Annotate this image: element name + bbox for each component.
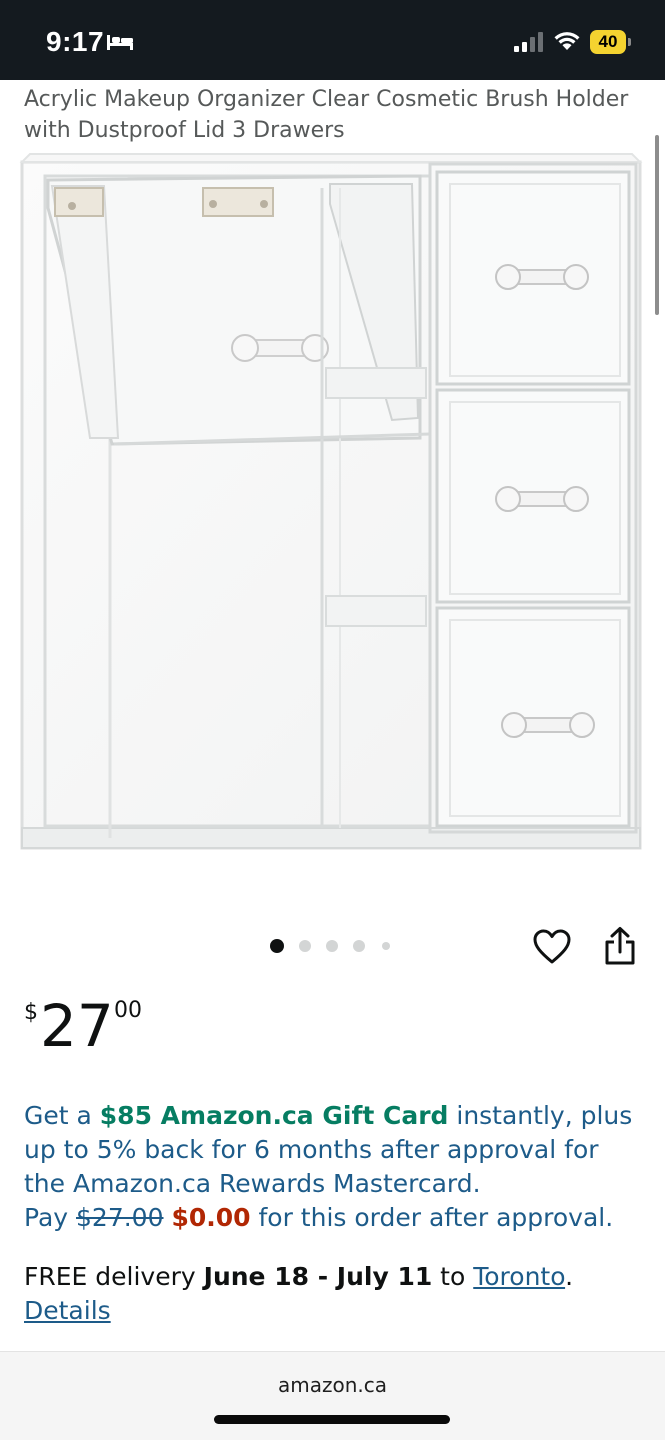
wifi-icon: [553, 29, 581, 55]
promo-new-price: $0.00: [171, 1203, 251, 1232]
heart-icon: [533, 929, 571, 964]
delivery-period: .: [565, 1262, 574, 1291]
delivery-to-label: to: [432, 1262, 474, 1291]
price-symbol: $: [24, 1000, 38, 1025]
battery-level: 40: [590, 30, 626, 54]
promo-original-price: $27.00: [76, 1203, 164, 1232]
delivery-location-link[interactable]: Toronto: [473, 1262, 565, 1291]
promo-gift-card: $85 Amazon.ca Gift Card: [99, 1101, 449, 1130]
battery-icon: 40: [590, 30, 632, 54]
carousel-dot-1[interactable]: [270, 939, 284, 953]
home-indicator[interactable]: [214, 1415, 450, 1424]
promo-text-3: for this order after approval.: [250, 1203, 614, 1232]
carousel-dot-3[interactable]: [326, 940, 338, 952]
carousel-dot-4[interactable]: [353, 940, 365, 952]
battery-tip: [628, 38, 631, 46]
delivery-dates: June 18 - July 11: [203, 1262, 433, 1291]
wishlist-heart-button[interactable]: [532, 928, 572, 966]
status-bar: 9:17 40: [0, 0, 665, 80]
status-time: 9:17: [46, 26, 105, 57]
carousel-dot-2[interactable]: [299, 940, 311, 952]
promo-pay-label: Pay: [24, 1203, 77, 1232]
signal-icon: [513, 32, 545, 56]
price-whole: 27: [40, 992, 114, 1060]
delivery-info: FREE delivery June 18 - July 11 to Toron…: [24, 1260, 644, 1328]
promo-text-1: Get a: [24, 1101, 100, 1130]
share-button[interactable]: [603, 926, 637, 966]
share-icon: [605, 927, 635, 965]
product-title[interactable]: Acrylic Makeup Organizer Clear Cosmetic …: [24, 84, 644, 146]
delivery-free-label: FREE delivery: [24, 1262, 204, 1291]
credit-card-promo[interactable]: Get a $85 Amazon.ca Gift Card instantly,…: [24, 1099, 644, 1235]
scroll-indicator[interactable]: [655, 135, 659, 315]
price-fraction: 00: [114, 998, 142, 1023]
product-image[interactable]: [0, 148, 665, 908]
bed-icon: [106, 33, 134, 55]
domain-label[interactable]: amazon.ca: [0, 1373, 665, 1397]
delivery-details-link[interactable]: Details: [24, 1296, 111, 1325]
carousel-dot-5[interactable]: [382, 942, 390, 950]
